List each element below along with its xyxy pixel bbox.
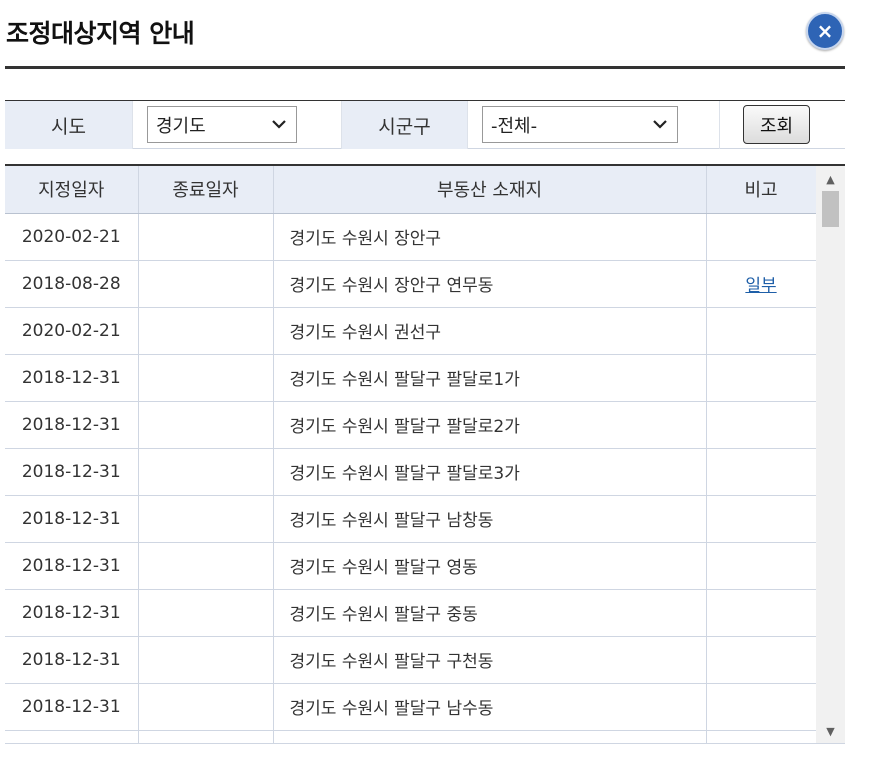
- cell-note: [706, 401, 817, 449]
- cell-start-date: 2018-12-31: [5, 354, 139, 402]
- cell-note: [706, 448, 817, 496]
- scroll-up-arrow-icon[interactable]: ▲: [816, 169, 845, 189]
- cell-address: 경기도 수원시 팔달구 팔달로1가: [273, 354, 707, 402]
- cell-note: [706, 495, 817, 543]
- sigungu-select[interactable]: -전체-: [482, 106, 678, 143]
- scrollbar-thumb[interactable]: [822, 191, 839, 227]
- cell-address: 경기도 수원시 팔달구 구천동: [273, 636, 707, 684]
- filter-bar: 시도 경기도 시군구 -전체- 조회: [5, 100, 845, 149]
- cell-empty: [706, 730, 817, 743]
- table-row[interactable]: 2018-08-28 경기도 수원시 장안구 연무동 일부: [5, 260, 817, 308]
- vertical-scrollbar[interactable]: ▲ ▼: [816, 166, 845, 743]
- note-link[interactable]: 일부: [745, 276, 776, 296]
- table-row[interactable]: 2018-12-31 경기도 수원시 팔달구 팔달로1가: [5, 354, 817, 402]
- cell-end-date: [138, 495, 274, 543]
- scroll-down-arrow-icon[interactable]: ▼: [816, 721, 845, 741]
- table-row[interactable]: 2018-12-31 경기도 수원시 팔달구 남창동: [5, 495, 817, 543]
- cell-start-date: 2018-12-31: [5, 683, 139, 731]
- cell-note: [706, 683, 817, 731]
- search-button[interactable]: 조회: [743, 105, 810, 144]
- cell-address: 경기도 수원시 팔달구 영동: [273, 542, 707, 590]
- table-row[interactable]: 2020-02-21 경기도 수원시 장안구: [5, 213, 817, 261]
- chevron-down-icon: [653, 120, 667, 129]
- cell-start-date: 2020-02-21: [5, 307, 139, 355]
- column-header-address[interactable]: 부동산 소재지: [273, 166, 707, 214]
- table-header-row: 지정일자 종료일자 부동산 소재지 비고: [5, 166, 817, 214]
- results-grid: 지정일자 종료일자 부동산 소재지 비고 2020-02-21 경기도 수원시 장…: [5, 164, 845, 744]
- column-header-start-date[interactable]: 지정일자: [5, 166, 139, 214]
- cell-note: 일부: [706, 260, 817, 308]
- cell-start-date: 2018-12-31: [5, 542, 139, 590]
- table-row[interactable]: 2018-12-31 경기도 수원시 팔달구 팔달로3가: [5, 448, 817, 496]
- cell-note: [706, 354, 817, 402]
- cell-note: [706, 307, 817, 355]
- cell-empty: [138, 730, 274, 743]
- cell-address: 경기도 수원시 팔달구 팔달로3가: [273, 448, 707, 496]
- sido-select[interactable]: 경기도: [147, 106, 297, 143]
- cell-end-date: [138, 307, 274, 355]
- cell-note: [706, 636, 817, 684]
- sido-select-value: 경기도: [156, 115, 206, 137]
- cell-address: 경기도 수원시 팔달구 팔달로2가: [273, 401, 707, 449]
- cell-start-date: 2018-12-31: [5, 589, 139, 637]
- cell-address: 경기도 수원시 장안구 연무동: [273, 260, 707, 308]
- cell-end-date: [138, 260, 274, 308]
- cell-end-date: [138, 401, 274, 449]
- cell-start-date: 2018-08-28: [5, 260, 139, 308]
- table-row[interactable]: [5, 730, 817, 743]
- cell-end-date: [138, 589, 274, 637]
- sido-label: 시도: [5, 101, 132, 149]
- cell-start-date: 2018-12-31: [5, 636, 139, 684]
- cell-address: 경기도 수원시 팔달구 중동: [273, 589, 707, 637]
- cell-end-date: [138, 542, 274, 590]
- table-row[interactable]: 2018-12-31 경기도 수원시 팔달구 팔달로2가: [5, 401, 817, 449]
- cell-end-date: [138, 354, 274, 402]
- sigungu-label: 시군구: [342, 101, 467, 149]
- cell-empty: [273, 730, 707, 743]
- column-header-note[interactable]: 비고: [706, 166, 817, 214]
- modal-title: 조정대상지역 안내: [6, 19, 195, 48]
- table-row[interactable]: 2018-12-31 경기도 수원시 팔달구 중동: [5, 589, 817, 637]
- cell-note: [706, 589, 817, 637]
- results-table: 지정일자 종료일자 부동산 소재지 비고 2020-02-21 경기도 수원시 장…: [5, 166, 817, 743]
- chevron-down-icon: [272, 120, 286, 129]
- cell-note: [706, 542, 817, 590]
- cell-end-date: [138, 448, 274, 496]
- close-button[interactable]: ×: [806, 12, 844, 50]
- sigungu-select-value: -전체-: [491, 115, 538, 137]
- close-icon: ×: [816, 19, 834, 43]
- cell-start-date: 2018-12-31: [5, 448, 139, 496]
- title-divider: [5, 66, 845, 69]
- cell-end-date: [138, 636, 274, 684]
- cell-start-date: 2018-12-31: [5, 495, 139, 543]
- table-row[interactable]: 2018-12-31 경기도 수원시 팔달구 구천동: [5, 636, 817, 684]
- table-row[interactable]: 2020-02-21 경기도 수원시 권선구: [5, 307, 817, 355]
- cell-start-date: 2020-02-21: [5, 213, 139, 261]
- column-header-end-date[interactable]: 종료일자: [138, 166, 274, 214]
- table-row[interactable]: 2018-12-31 경기도 수원시 팔달구 영동: [5, 542, 817, 590]
- cell-empty: [5, 730, 139, 743]
- cell-address: 경기도 수원시 팔달구 남수동: [273, 683, 707, 731]
- cell-address: 경기도 수원시 장안구: [273, 213, 707, 261]
- cell-end-date: [138, 213, 274, 261]
- cell-address: 경기도 수원시 팔달구 남창동: [273, 495, 707, 543]
- table-row[interactable]: 2018-12-31 경기도 수원시 팔달구 남수동: [5, 683, 817, 731]
- cell-end-date: [138, 683, 274, 731]
- cell-start-date: 2018-12-31: [5, 401, 139, 449]
- cell-address: 경기도 수원시 권선구: [273, 307, 707, 355]
- cell-note: [706, 213, 817, 261]
